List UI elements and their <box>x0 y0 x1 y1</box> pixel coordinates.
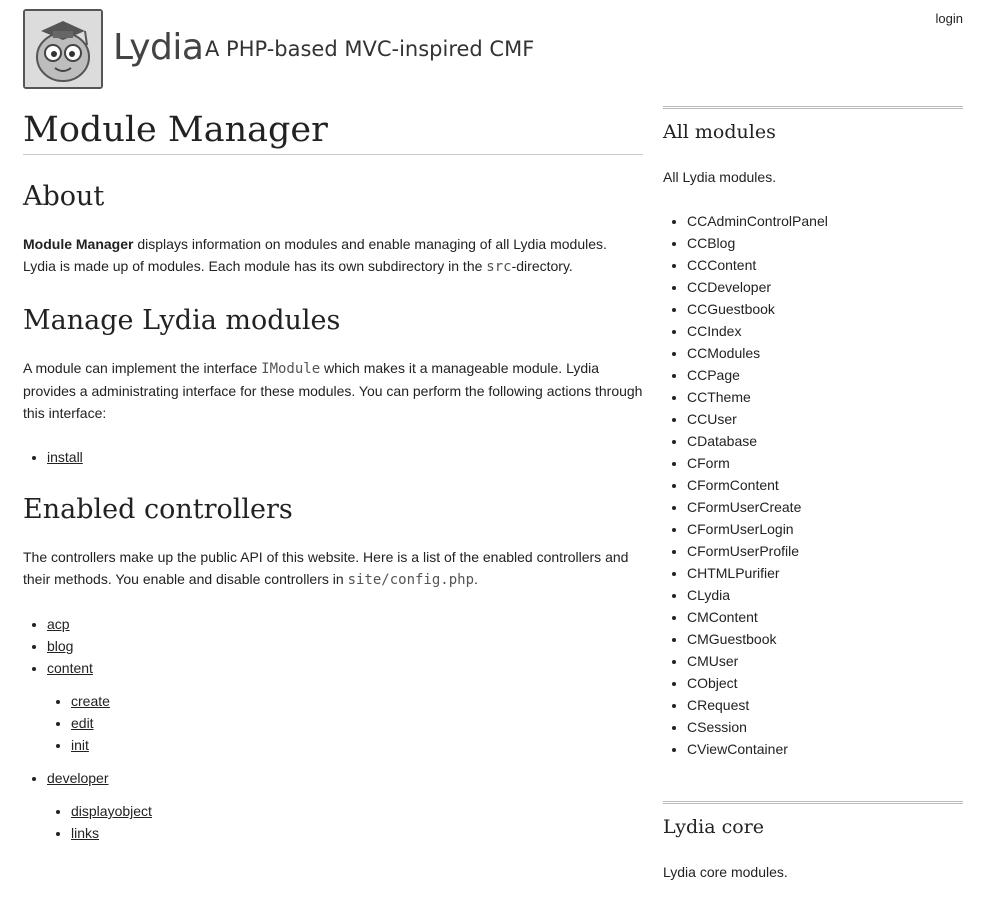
content-methods-list: create edit init <box>47 690 643 756</box>
list-item: blog <box>47 635 643 657</box>
list-item: developer displayobject links <box>47 767 643 844</box>
about-strong: Module Manager <box>23 236 134 252</box>
manage-heading: Manage Lydia modules <box>23 305 341 336</box>
all-modules-block: All modules All Lydia modules. CCAdminCo… <box>663 106 963 760</box>
module-item: CFormUserProfile <box>687 540 963 562</box>
module-item: CCDeveloper <box>687 276 963 298</box>
controller-link-developer[interactable]: developer <box>47 770 109 786</box>
actions-list: install <box>23 446 643 468</box>
module-item: CMUser <box>687 650 963 672</box>
module-item: CFormUserCreate <box>687 496 963 518</box>
manage-text-1: A module can implement the interface <box>23 360 262 376</box>
about-text: Module Manager displays information on m… <box>23 233 643 278</box>
module-item: CMGuestbook <box>687 628 963 650</box>
core-heading: Lydia core <box>663 816 765 838</box>
method-link-init[interactable]: init <box>71 737 89 753</box>
controllers-list: acp blog content create edit init develo… <box>23 613 643 844</box>
module-item: CCPage <box>687 364 963 386</box>
controllers-text-1: The controllers make up the public API o… <box>23 549 629 587</box>
method-link-create[interactable]: create <box>71 693 110 709</box>
controller-link-blog[interactable]: blog <box>47 638 73 654</box>
list-item: displayobject <box>71 800 643 822</box>
module-item: CMContent <box>687 606 963 628</box>
developer-methods-list: displayobject links <box>47 800 643 844</box>
module-item: CHTMLPurifier <box>687 562 963 584</box>
install-link[interactable]: install <box>47 449 83 465</box>
modules-list: CCAdminControlPanelCCBlogCCContentCCDeve… <box>663 210 963 760</box>
module-item: CSession <box>687 716 963 738</box>
core-block: Lydia core Lydia core modules. <box>663 801 963 883</box>
about-heading: About <box>23 181 105 212</box>
module-item: CRequest <box>687 694 963 716</box>
module-item: CCModules <box>687 342 963 364</box>
method-link-links[interactable]: links <box>71 825 99 841</box>
list-item: content create edit init <box>47 657 643 756</box>
page-title: Module Manager <box>23 108 643 155</box>
module-item: CCUser <box>687 408 963 430</box>
site-slogan: A PHP-based MVC-inspired CMF <box>205 37 535 61</box>
owl-logo-icon[interactable] <box>23 9 103 89</box>
controllers-heading: Enabled controllers <box>23 494 293 525</box>
manage-text: A module can implement the interface IMo… <box>23 357 643 424</box>
module-item: CCAdminControlPanel <box>687 210 963 232</box>
module-item: CForm <box>687 452 963 474</box>
list-item: acp <box>47 613 643 635</box>
controllers-text-2: . <box>474 571 478 587</box>
core-description: Lydia core modules. <box>663 864 788 880</box>
module-item: CCGuestbook <box>687 298 963 320</box>
list-item: init <box>71 734 643 756</box>
login-link[interactable]: login <box>936 11 963 26</box>
module-item: CCTheme <box>687 386 963 408</box>
module-item: CFormContent <box>687 474 963 496</box>
about-text-2: -directory. <box>511 258 573 274</box>
all-modules-heading: All modules <box>663 121 776 143</box>
main-content: Module Manager About Module Manager disp… <box>23 108 643 855</box>
site-title[interactable]: Lydia <box>113 27 204 68</box>
module-item: CCIndex <box>687 320 963 342</box>
module-item: CLydia <box>687 584 963 606</box>
list-item: links <box>71 822 643 844</box>
module-item: CCBlog <box>687 232 963 254</box>
all-modules-description: All Lydia modules. <box>663 169 777 185</box>
site-header: Lydia A PHP-based MVC-inspired CMF login <box>23 9 963 91</box>
imodule-code: IModule <box>261 361 321 377</box>
method-link-edit[interactable]: edit <box>71 715 94 731</box>
controller-link-acp[interactable]: acp <box>47 616 70 632</box>
list-item: edit <box>71 712 643 734</box>
config-code: site/config.php <box>347 572 474 588</box>
controller-link-content[interactable]: content <box>47 660 93 676</box>
list-item: install <box>47 446 643 468</box>
src-code: src <box>486 259 512 275</box>
module-item: CFormUserLogin <box>687 518 963 540</box>
module-item: CCContent <box>687 254 963 276</box>
module-item: CObject <box>687 672 963 694</box>
sidebar: All modules All Lydia modules. CCAdminCo… <box>663 106 963 883</box>
controllers-text: The controllers make up the public API o… <box>23 546 643 591</box>
method-link-displayobject[interactable]: displayobject <box>71 803 152 819</box>
list-item: create <box>71 690 643 712</box>
module-item: CViewContainer <box>687 738 963 760</box>
module-item: CDatabase <box>687 430 963 452</box>
